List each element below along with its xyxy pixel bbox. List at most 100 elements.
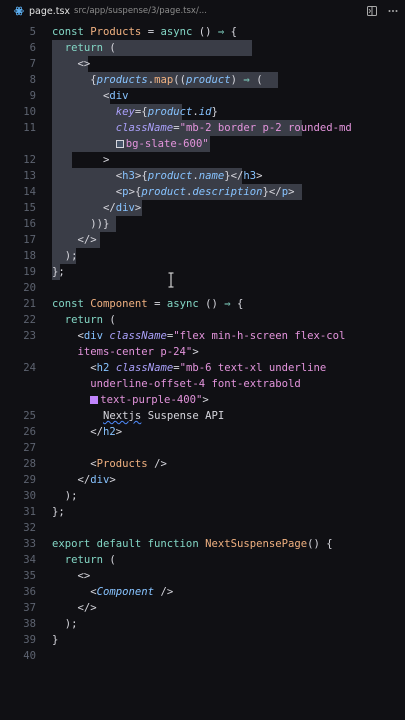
line-number[interactable]: 18 (0, 248, 36, 264)
code-line[interactable]: </div> (52, 200, 141, 216)
code-line[interactable]: <> (52, 56, 91, 72)
line-number[interactable]: 8 (0, 72, 36, 88)
code-line[interactable]: export default function NextSuspensePage… (52, 536, 333, 552)
code-line[interactable]: <p>{product.description}</p> (52, 184, 295, 200)
line-number[interactable]: 13 (0, 168, 36, 184)
code-line[interactable]: className="mb-2 border p-2 rounded-md (52, 120, 352, 136)
code-line[interactable]: > (52, 152, 109, 168)
code-line[interactable]: const Component = async () ⇒ { (52, 296, 243, 312)
code-editor[interactable]: 5 const Products = async () ⇒ { 6 return (… (0, 22, 405, 672)
line-number[interactable]: 37 (0, 600, 36, 616)
line-number[interactable]: 11 (0, 120, 36, 136)
code-line[interactable]: <div (52, 88, 129, 104)
code-token: id (198, 106, 212, 118)
code-token: < (52, 170, 123, 182)
code-line[interactable]: <div className="flex min-h-screen flex-c… (52, 328, 346, 344)
code-token: > (288, 186, 295, 198)
line-number[interactable]: 17 (0, 232, 36, 248)
code-line[interactable]: text-purple-400"> (52, 392, 209, 408)
code-token: () { (307, 538, 333, 550)
more-icon[interactable] (387, 5, 399, 17)
code-token: map (154, 74, 174, 86)
line-number[interactable]: 36 (0, 584, 36, 600)
code-token: </ (52, 474, 91, 486)
code-token: ( (249, 74, 263, 86)
code-line[interactable]: <> (52, 568, 91, 584)
code-line[interactable]: Nextjs Suspense API (52, 408, 224, 424)
line-number[interactable]: 38 (0, 616, 36, 632)
code-line[interactable]: underline-offset-4 font-extrabold (52, 376, 300, 392)
code-line[interactable]: <Component /> (52, 584, 173, 600)
line-number[interactable]: 24 (0, 360, 36, 376)
code-line[interactable]: return ( (52, 40, 116, 56)
code-line[interactable]: } (52, 632, 58, 648)
line-number[interactable]: 26 (0, 424, 36, 440)
code-token: div (90, 474, 110, 486)
line-number[interactable]: 23 (0, 328, 36, 344)
line-number[interactable]: 16 (0, 216, 36, 232)
code-token: > (192, 346, 199, 358)
line-number[interactable]: 7 (0, 56, 36, 72)
line-number[interactable]: 25 (0, 408, 36, 424)
code-token: return (52, 314, 104, 326)
line-number[interactable]: 19 (0, 264, 36, 280)
code-line[interactable]: <h2 className="mb-6 text-xl underline (52, 360, 326, 376)
line-number[interactable]: 31 (0, 504, 36, 520)
code-token: description (192, 186, 263, 198)
code-token: Component (96, 586, 155, 598)
code-token: h2 (96, 362, 110, 374)
code-line[interactable]: </div> (52, 472, 116, 488)
code-line[interactable]: ); (52, 248, 78, 264)
line-number[interactable]: 5 (0, 24, 36, 40)
code-line[interactable]: bg-slate-600" (52, 136, 209, 152)
line-number[interactable]: 9 (0, 88, 36, 104)
tab-filename[interactable]: page.tsx (29, 6, 70, 17)
code-line[interactable]: }; (52, 264, 65, 280)
code-token: <> (52, 570, 91, 582)
code-line[interactable]: key={product.id} (52, 104, 218, 120)
code-line[interactable]: </> (52, 232, 97, 248)
line-number[interactable]: 28 (0, 456, 36, 472)
code-line[interactable]: ); (52, 488, 78, 504)
line-number[interactable]: 15 (0, 200, 36, 216)
code-line[interactable]: {products.map((product) ⇒ ( (52, 72, 263, 88)
code-token: ( (103, 554, 116, 566)
code-line[interactable]: }; (52, 504, 65, 520)
line-number[interactable]: 32 (0, 520, 36, 536)
code-line[interactable]: items-center p-24"> (52, 344, 199, 360)
code-token: className (115, 362, 174, 374)
line-number[interactable]: 34 (0, 552, 36, 568)
line-number[interactable]: 6 (0, 40, 36, 56)
code-line[interactable]: <h3>{product.name}</h3> (52, 168, 263, 184)
code-token: async (160, 26, 193, 38)
code-token: name (198, 170, 225, 182)
line-number[interactable]: 12 (0, 152, 36, 168)
code-line[interactable]: ))} (52, 216, 109, 232)
tab-breadcrumb-path[interactable]: src/app/suspense/3/page.tsx/... (74, 6, 207, 16)
code-line[interactable]: return ( (52, 552, 116, 568)
line-number[interactable]: 27 (0, 440, 36, 456)
line-number[interactable]: 14 (0, 184, 36, 200)
line-number[interactable]: 21 (0, 296, 36, 312)
line-number[interactable]: 22 (0, 312, 36, 328)
line-number[interactable]: 10 (0, 104, 36, 120)
code-line[interactable]: <Products /> (52, 456, 167, 472)
line-number[interactable]: 30 (0, 488, 36, 504)
line-number[interactable]: 20 (0, 280, 36, 296)
split-editor-icon[interactable] (366, 5, 378, 17)
code-token: async (166, 298, 199, 310)
line-number[interactable]: 35 (0, 568, 36, 584)
code-line[interactable]: return ( (52, 312, 116, 328)
code-token: () (198, 298, 225, 310)
code-line[interactable]: const Products = async () ⇒ { (52, 24, 237, 40)
code-line[interactable]: ); (52, 616, 78, 632)
line-number[interactable]: 40 (0, 648, 36, 664)
line-number[interactable]: 33 (0, 536, 36, 552)
code-token: Component (90, 298, 148, 310)
line-number[interactable]: 39 (0, 632, 36, 648)
line-number[interactable]: 29 (0, 472, 36, 488)
code-line[interactable]: </> (52, 600, 97, 616)
code-line[interactable]: </h2> (52, 424, 122, 440)
